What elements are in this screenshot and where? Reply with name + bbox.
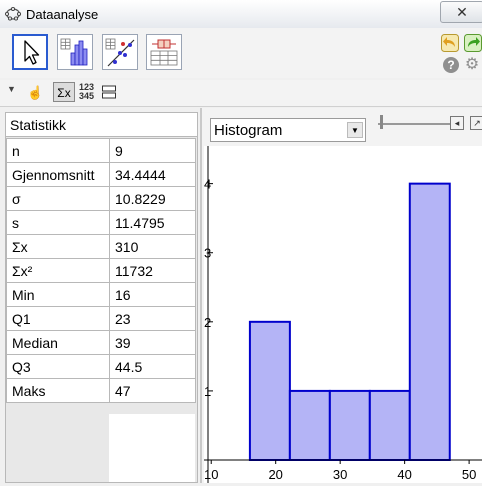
- undo-icon[interactable]: [441, 34, 459, 52]
- stat-label: Σx: [6, 234, 110, 259]
- stat-row: Q1 23: [6, 306, 196, 331]
- stat-value[interactable]: 9: [109, 138, 196, 163]
- arrow-out-icon: ↗: [473, 118, 481, 128]
- stat-row: Gjennomsnitt 34.4444: [6, 162, 196, 187]
- stat-row: σ 10.8229: [6, 186, 196, 211]
- stat-label: Maks: [6, 378, 110, 403]
- title-bar: Dataanalyse ✕: [0, 0, 482, 29]
- histogram-bar: [288, 389, 331, 461]
- stat-value[interactable]: 47: [109, 378, 196, 403]
- view-options-bar: ▼ ☝ Σx 123 345: [0, 80, 482, 107]
- two-variable-regression-button[interactable]: [102, 34, 138, 70]
- y-tick-label: 2: [204, 315, 211, 330]
- statistics-empty-area: [109, 414, 195, 482]
- help-icon[interactable]: ?: [443, 57, 459, 73]
- stat-row: s 11.4795: [6, 210, 196, 235]
- sigma-icon: Σx: [57, 86, 71, 100]
- histogram-svg: 1 2 3 4 10 20 30 40 50: [204, 146, 482, 483]
- x-tick-label: 10: [204, 467, 218, 482]
- x-tick-label: 50: [462, 467, 476, 482]
- stat-label: Gjennomsnitt: [6, 162, 110, 187]
- multi-variable-analysis-button[interactable]: [146, 34, 182, 70]
- x-tick-label: 40: [397, 467, 411, 482]
- stat-value[interactable]: 23: [109, 306, 196, 331]
- y-tick-label: 3: [204, 246, 211, 261]
- boxplot-tool-icon: [150, 39, 178, 66]
- histogram-plot[interactable]: 1 2 3 4 10 20 30 40 50: [204, 146, 482, 483]
- stat-label: n: [6, 138, 110, 163]
- statistics-header: Statistikk: [6, 113, 197, 137]
- stat-label: Σx²: [6, 258, 110, 283]
- scatter-regression-icon: [105, 38, 135, 67]
- histogram-bar: [368, 389, 411, 461]
- stat-row: Q3 44.5: [6, 354, 196, 379]
- stat-value[interactable]: 39: [109, 330, 196, 355]
- triangle-left-icon: ◂: [454, 118, 460, 128]
- chevron-down-icon[interactable]: ▼: [347, 122, 363, 138]
- x-tick-label: 30: [333, 467, 347, 482]
- rows-layout-icon[interactable]: [102, 85, 116, 99]
- redo-icon[interactable]: [464, 34, 482, 52]
- dropdown-arrow-icon[interactable]: ▼: [7, 84, 16, 94]
- plot-type-select[interactable]: Histogram ▼: [210, 118, 366, 142]
- number-icon-bottom: 345: [79, 91, 95, 101]
- stat-label: Q3: [6, 354, 110, 379]
- data-view-toggle-button[interactable]: 123 345: [79, 83, 94, 101]
- move-tool-button[interactable]: [12, 34, 48, 70]
- stat-value[interactable]: 44.5: [109, 354, 196, 379]
- stat-row: Min 16: [6, 282, 196, 307]
- stat-row: Maks 47: [6, 378, 196, 403]
- stat-row: Σx² 11732: [6, 258, 196, 283]
- stat-row: Median 39: [6, 330, 196, 355]
- histogram-tool-icon: [60, 38, 88, 66]
- x-tick-label: 20: [268, 467, 282, 482]
- stat-label: σ: [6, 186, 110, 211]
- slider-track[interactable]: [378, 123, 450, 125]
- stat-value[interactable]: 16: [109, 282, 196, 307]
- statistics-toggle-button[interactable]: Σx: [53, 82, 75, 102]
- hand-drag-icon[interactable]: ☝: [27, 85, 43, 101]
- stat-value[interactable]: 10.8229: [109, 186, 196, 211]
- stat-label: Q1: [6, 306, 110, 331]
- window-title: Dataanalyse: [26, 7, 99, 22]
- collapse-panel-button[interactable]: ◂: [450, 116, 464, 130]
- close-window-button[interactable]: ✕: [440, 1, 482, 23]
- stat-value[interactable]: 34.4444: [109, 162, 196, 187]
- stat-label: s: [6, 210, 110, 235]
- statistics-panel: Statistikk n 9 Gjennomsnitt 34.4444 σ 10.8229…: [5, 112, 198, 483]
- one-variable-analysis-button[interactable]: [57, 34, 93, 70]
- app-logo-icon: [5, 6, 21, 21]
- stat-row: n9: [6, 138, 196, 163]
- statistics-table: n 9 Gjennomsnitt 34.4444 σ 10.8229 s 11.4795 Σx 3…: [6, 138, 196, 403]
- main-toolbar: [0, 28, 482, 78]
- stat-value[interactable]: 310: [109, 234, 196, 259]
- plot-type-selected: Histogram: [214, 122, 283, 139]
- slider-thumb[interactable]: [380, 115, 383, 129]
- stat-value[interactable]: 11732: [109, 258, 196, 283]
- y-tick-label: 4: [204, 177, 211, 192]
- y-tick-label: 1: [204, 384, 211, 399]
- stat-row: Σx 310: [6, 234, 196, 259]
- cursor-arrow-icon: [24, 40, 40, 65]
- expand-panel-button[interactable]: ↗: [470, 116, 482, 130]
- stat-label: Min: [6, 282, 110, 307]
- close-icon: ✕: [456, 4, 468, 20]
- histogram-bar: [328, 389, 371, 461]
- gear-icon[interactable]: ⚙: [464, 57, 480, 73]
- histogram-bar: [248, 320, 291, 461]
- stat-label: Median: [6, 330, 110, 355]
- histogram-bar: [408, 182, 451, 462]
- stat-value[interactable]: 11.4795: [109, 210, 196, 235]
